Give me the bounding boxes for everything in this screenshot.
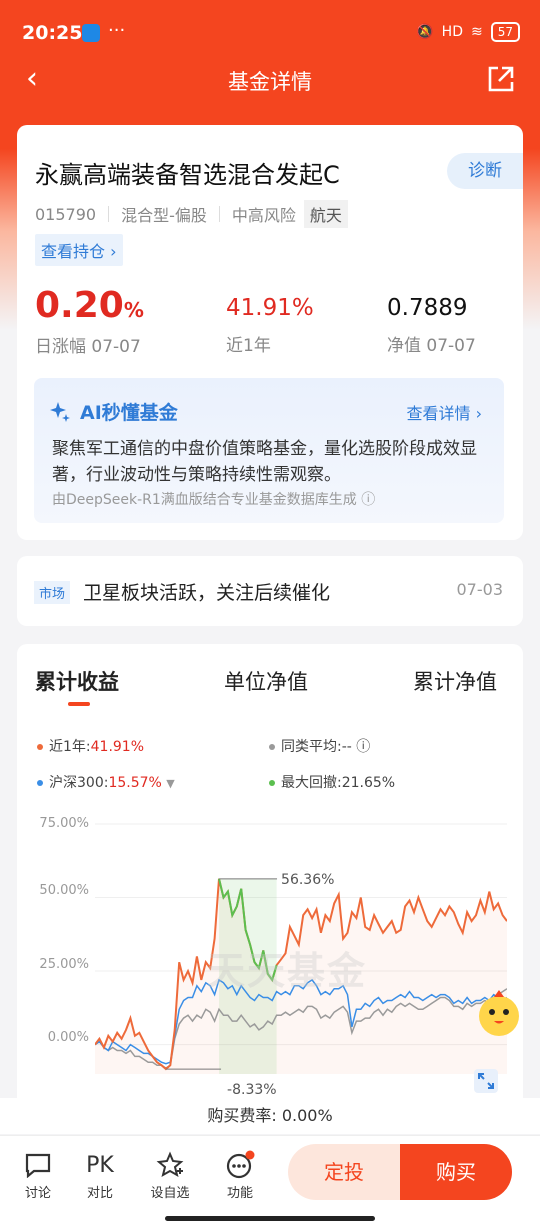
year-return-label: 近1年 [226, 336, 271, 356]
y-tick: 75.00% [39, 816, 89, 831]
tab-cumulative-return[interactable]: 累计收益 [35, 666, 119, 696]
day-change-stat: 0.20% 日涨幅 07-07 [35, 285, 144, 357]
ai-summary-text: 聚焦军工通信的中盘价值策略基金，量化选股阶段成效显著，行业波动性与策略持续性需观… [52, 439, 477, 485]
watchlist-label: 设自选 [150, 1186, 190, 1201]
fullscreen-icon[interactable] [474, 1069, 498, 1093]
legend-max-drawdown: 最大回撤:21.65% [269, 772, 395, 792]
divider [108, 206, 110, 222]
active-tab-indicator [68, 702, 90, 706]
compare-button[interactable]: PK 对比 [75, 1148, 125, 1202]
year-return-value: 41.91% [226, 295, 314, 321]
info-icon[interactable]: ⓘ [356, 739, 370, 755]
tab-unit-nav[interactable]: 单位净值 [224, 666, 308, 696]
legend-dot [269, 780, 275, 786]
mute-icon: 🔕 [416, 24, 434, 40]
fund-type: 混合型-偏股 [121, 206, 207, 225]
ai-source-note: 由DeepSeek-R1满血版结合专业基金数据库生成 ⓘ [52, 492, 376, 508]
nav-value: 0.7889 [387, 295, 468, 321]
day-change-label: 日涨幅 07-07 [35, 337, 141, 357]
signal-icon: HD [441, 24, 463, 40]
legend-dot [37, 780, 43, 786]
year-return-stat: 41.91% 近1年 [226, 285, 314, 356]
discuss-button[interactable]: 讨论 [13, 1148, 63, 1201]
page-title: 基金详情 [228, 70, 312, 94]
fund-code: 015790 [35, 204, 97, 224]
fund-meta: 015790 混合型-偏股 中高风险 航天 [35, 200, 348, 228]
add-watchlist-button[interactable]: 设自选 [145, 1148, 195, 1201]
functions-label: 功能 [226, 1186, 253, 1201]
sparkle-icon [50, 402, 70, 422]
navigation-bar: ‹ 基金详情 [0, 60, 540, 100]
view-holdings-button[interactable]: 查看持仓 › [35, 234, 123, 266]
divider [218, 206, 220, 222]
star-plus-icon [156, 1151, 184, 1178]
peak-annotation: 56.36% [281, 872, 334, 888]
chart-watermark: 天天基金 [207, 949, 368, 993]
diagnose-button[interactable]: 诊断 [447, 153, 523, 189]
wifi-icon: ≋ [470, 24, 483, 40]
y-tick: 0.00% [47, 1030, 89, 1045]
app-notification-icon [82, 24, 100, 42]
trough-annotation: -8.33% [227, 1082, 277, 1094]
y-tick: 50.00% [39, 883, 89, 898]
legend-fund: 近1年:41.91% [37, 736, 144, 756]
performance-card: 累计收益 单位净值 累计净值 近1年:41.91% 同类平均:-- ⓘ 沪深30… [17, 644, 523, 1114]
home-indicator [165, 1216, 375, 1221]
fund-summary-card: 永赢高端装备智选混合发起C 诊断 015790 混合型-偏股 中高风险 航天 查… [17, 125, 523, 540]
status-bar: 20:25 ··· 🔕 HD ≋ 57 [0, 0, 540, 60]
pk-icon: PK [86, 1152, 114, 1178]
day-change-value: 0.20% [35, 285, 144, 326]
nav-stat: 0.7889 净值 07-07 [387, 285, 476, 356]
mascot-icon[interactable] [472, 988, 526, 1038]
status-icons: 🔕 HD ≋ 57 [416, 22, 520, 42]
ai-summary-panel[interactable]: AI秒懂基金 查看详情 › 聚焦军工通信的中盘价值策略基金，量化选股阶段成效显著… [34, 378, 504, 523]
news-date: 07-03 [456, 580, 504, 599]
news-tag: 市场 [34, 581, 71, 604]
more-notifications-icon: ··· [108, 20, 126, 41]
more-functions-icon [226, 1150, 255, 1179]
functions-button[interactable]: 功能 [215, 1148, 265, 1201]
discuss-label: 讨论 [24, 1186, 51, 1201]
purchase-fee: 购买费率: 0.00% [0, 1098, 540, 1134]
legend-dot [37, 744, 43, 750]
auto-invest-button[interactable]: 定投 [288, 1144, 400, 1200]
news-headline[interactable]: 卫星板块活跃，关注后续催化 [83, 578, 330, 605]
battery-icon: 57 [490, 22, 520, 42]
news-card[interactable]: 市场 卫星板块活跃，关注后续催化 07-03 [17, 556, 523, 626]
status-time: 20:25 [22, 22, 83, 44]
y-tick: 25.00% [39, 957, 89, 972]
nav-label: 净值 07-07 [387, 336, 476, 356]
ai-view-details-link[interactable]: 查看详情 › [407, 400, 483, 424]
fund-theme-tag[interactable]: 航天 [303, 200, 348, 228]
legend-index[interactable]: 沪深300:15.57% ▼ [37, 772, 175, 792]
fund-risk: 中高风险 [231, 206, 296, 225]
tab-accumulated-nav[interactable]: 累计净值 [413, 666, 497, 696]
legend-category-average: 同类平均:-- ⓘ [269, 736, 370, 756]
chat-icon [25, 1153, 51, 1178]
share-icon[interactable] [486, 64, 516, 94]
legend-dot [269, 744, 275, 750]
compare-label: 对比 [86, 1186, 113, 1201]
ai-title: AI秒懂基金 [80, 402, 178, 424]
dropdown-icon[interactable]: ▼ [166, 777, 174, 790]
buy-button[interactable]: 购买 [400, 1144, 512, 1200]
fund-name: 永赢高端装备智选混合发起C [35, 161, 340, 189]
